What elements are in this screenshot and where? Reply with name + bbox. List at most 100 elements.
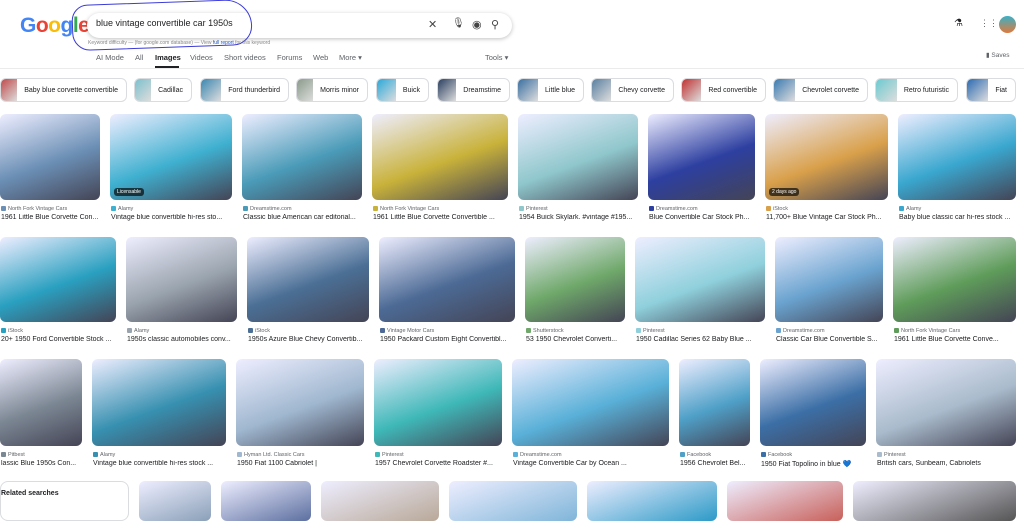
chip-red-convertible[interactable]: Red convertible — [681, 78, 766, 102]
result-image[interactable] — [775, 237, 883, 322]
result-title[interactable]: Blue Convertible Car Stock Ph... — [649, 214, 762, 221]
result-title[interactable]: Classic Car Blue Convertible S... — [776, 336, 890, 343]
tab-web[interactable]: Web — [313, 53, 328, 62]
result-image[interactable] — [518, 114, 638, 200]
result-source[interactable]: iStock — [1, 328, 117, 334]
chip-little-blue[interactable]: Little blue — [517, 78, 584, 102]
result-title[interactable]: 1950s classic automobiles conv... — [127, 336, 244, 343]
result-source[interactable]: North Fork Vintage Cars — [373, 206, 509, 212]
result-source[interactable]: Pinterest — [877, 452, 1017, 458]
result-image[interactable] — [0, 359, 82, 446]
chip-fiat[interactable]: Fiat — [966, 78, 1016, 102]
result-image[interactable] — [512, 359, 669, 446]
result-image[interactable] — [374, 359, 502, 446]
result-source[interactable]: Vintage Motor Cars — [380, 328, 516, 334]
result-image[interactable] — [898, 114, 1016, 200]
result-source[interactable]: iStock — [248, 328, 370, 334]
result-image[interactable] — [893, 237, 1016, 322]
result-title[interactable]: 1950 Packard Custom Eight Convertibl... — [380, 336, 522, 343]
result-title[interactable]: British cars, Sunbeam, Cabriolets — [877, 460, 1023, 467]
result-source[interactable]: Dreamstime.com — [513, 452, 670, 458]
result-source[interactable]: Alamy — [127, 328, 238, 334]
result-source[interactable]: Pinterest — [519, 206, 639, 212]
result-title[interactable]: 1950 Fiat Topolino in blue 💙 — [761, 460, 873, 468]
result-source[interactable]: Pitbest — [1, 452, 83, 458]
result-title[interactable]: 1961 Little Blue Corvette Con... — [1, 214, 107, 221]
result-image[interactable] — [679, 359, 750, 446]
result-image[interactable] — [379, 237, 515, 322]
search-icon[interactable]: ⚲ — [491, 18, 499, 31]
result-title[interactable]: 20+ 1950 Ford Convertible Stock ... — [1, 336, 123, 343]
result-title[interactable]: Classic blue American car editorial... — [243, 214, 369, 221]
result-title[interactable]: 1950s Azure Blue Chevy Convertib... — [248, 336, 376, 343]
result-source[interactable]: Dreamstime.com — [243, 206, 363, 212]
result-source[interactable]: Facebook — [761, 452, 867, 458]
full-report-link[interactable]: full report — [213, 40, 234, 46]
result-source[interactable]: Dreamstime.com — [776, 328, 884, 334]
chip-chevy-corvette[interactable]: Chevy corvette — [591, 78, 674, 102]
result-title[interactable]: 1950 Fiat 1100 Cabriolet | — [237, 460, 371, 467]
labs-icon[interactable]: ⚗ — [954, 18, 963, 29]
tab-short-videos[interactable]: Short videos — [224, 53, 266, 62]
tab-all[interactable]: All — [135, 53, 143, 62]
result-title[interactable]: Vintage blue convertible hi-res stock ..… — [93, 460, 233, 467]
result-image[interactable] — [221, 481, 311, 521]
result-source[interactable]: Pinterest — [375, 452, 503, 458]
result-image[interactable] — [760, 359, 866, 446]
result-image[interactable]: 2 days ago — [765, 114, 888, 200]
result-source[interactable]: North Fork Vintage Cars — [1, 206, 101, 212]
result-image[interactable] — [139, 481, 211, 521]
tab-ai-mode[interactable]: AI Mode — [96, 53, 124, 62]
chip-cadillac[interactable]: Cadillac — [134, 78, 192, 102]
result-image[interactable] — [449, 481, 577, 521]
result-image[interactable] — [0, 237, 116, 322]
related-searches[interactable]: Related searches — [0, 481, 129, 521]
mic-icon[interactable]: 🎙 — [452, 18, 465, 29]
result-source[interactable]: iStock — [766, 206, 889, 212]
result-image[interactable] — [525, 237, 625, 322]
result-image[interactable] — [321, 481, 439, 521]
chip-ford-thunderbird[interactable]: Ford thunderbird — [200, 78, 289, 102]
result-title[interactable]: 53 1950 Chevrolet Converti... — [526, 336, 632, 343]
chip-buick[interactable]: Buick — [376, 78, 429, 102]
tab-more-[interactable]: More ▾ — [339, 53, 362, 62]
result-source[interactable]: Facebook — [680, 452, 751, 458]
result-image[interactable] — [247, 237, 369, 322]
result-image[interactable] — [0, 114, 100, 200]
result-image[interactable] — [853, 481, 1016, 521]
result-title[interactable]: 11,700+ Blue Vintage Car Stock Ph... — [766, 214, 895, 221]
chip-chevrolet-corvette[interactable]: Chevrolet corvette — [773, 78, 868, 102]
avatar[interactable] — [999, 16, 1016, 33]
saves-button[interactable]: ▮ Saves — [986, 51, 1009, 59]
tools-button[interactable]: Tools ▾ — [485, 53, 508, 62]
result-title[interactable]: 1954 Buick Skylark. #vintage #195... — [519, 214, 645, 221]
chip-dreamstime[interactable]: Dreamstime — [437, 78, 510, 102]
result-title[interactable]: 1961 Little Blue Corvette Conve... — [894, 336, 1023, 343]
result-source[interactable]: North Fork Vintage Cars — [894, 328, 1017, 334]
result-image[interactable] — [635, 237, 765, 322]
result-image[interactable] — [372, 114, 508, 200]
result-title[interactable]: 1957 Chevrolet Corvette Roadster #... — [375, 460, 509, 467]
chip-morris-minor[interactable]: Morris minor — [296, 78, 368, 102]
result-image[interactable] — [92, 359, 226, 446]
result-image[interactable] — [242, 114, 362, 200]
result-title[interactable]: lassic Blue 1950s Con... — [1, 460, 89, 467]
result-source[interactable]: Alamy — [93, 452, 227, 458]
result-source[interactable]: Shutterstock — [526, 328, 626, 334]
result-title[interactable]: Vintage Convertible Car by Ocean ... — [513, 460, 676, 467]
result-image[interactable]: Licensable — [110, 114, 232, 200]
tab-forums[interactable]: Forums — [277, 53, 302, 62]
result-source[interactable]: Hyman Ltd. Classic Cars — [237, 452, 365, 458]
result-image[interactable] — [587, 481, 717, 521]
result-title[interactable]: Baby blue classic car hi-res stock ... — [899, 214, 1023, 221]
result-title[interactable]: 1956 Chevrolet Bel... — [680, 460, 757, 467]
result-title[interactable]: Vintage blue convertible hi-res sto... — [111, 214, 239, 221]
result-image[interactable] — [648, 114, 755, 200]
chip-retro-futuristic[interactable]: Retro futuristic — [875, 78, 958, 102]
tab-images[interactable]: Images — [155, 53, 181, 62]
result-image[interactable] — [727, 481, 843, 521]
result-title[interactable]: 1950 Cadillac Series 62 Baby Blue ... — [636, 336, 772, 343]
apps-icon[interactable]: ⋮⋮ — [980, 18, 998, 29]
result-image[interactable] — [126, 237, 237, 322]
clear-icon[interactable]: ✕ — [428, 18, 437, 31]
